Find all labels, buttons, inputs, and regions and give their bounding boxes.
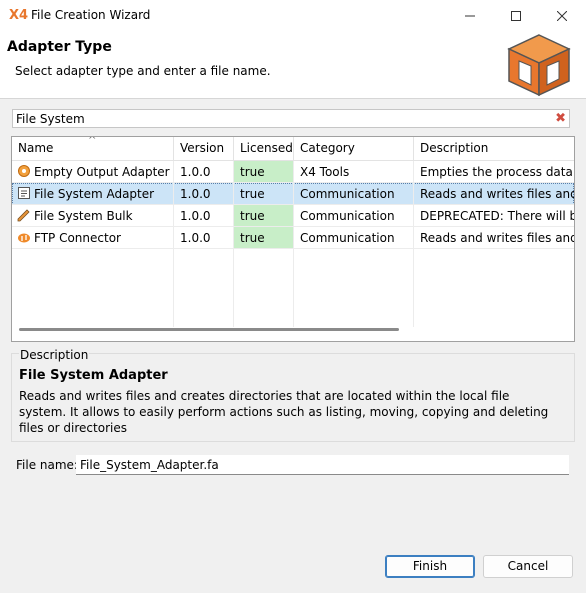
cell-name: FTP Connector bbox=[12, 227, 174, 249]
table-row[interactable]: FTP Connector 1.0.0 true Communication R… bbox=[12, 227, 574, 249]
filename-label: File name: bbox=[16, 458, 78, 472]
file-icon bbox=[18, 187, 30, 199]
cell-version: 1.0.0 bbox=[174, 161, 234, 183]
filename-input[interactable] bbox=[76, 455, 569, 475]
minimize-icon bbox=[465, 15, 475, 16]
minimize-button[interactable] bbox=[447, 0, 493, 31]
cell-category: X4 Tools bbox=[294, 161, 414, 183]
search-input[interactable] bbox=[16, 111, 546, 126]
description-text: Reads and writes files and creates direc… bbox=[19, 389, 549, 435]
cell-name: File System Bulk bbox=[12, 205, 174, 227]
close-button[interactable] bbox=[539, 0, 585, 31]
table-row[interactable]: Empty Output Adapter 1.0.0 true X4 Tools… bbox=[12, 161, 574, 183]
column-header-category[interactable]: Category bbox=[294, 137, 414, 161]
column-header-description[interactable]: Description bbox=[414, 137, 574, 161]
cell-licensed: true bbox=[234, 227, 294, 249]
table-row[interactable]: File System Bulk 1.0.0 true Communicatio… bbox=[12, 205, 574, 227]
page-heading: Adapter Type bbox=[7, 39, 112, 55]
close-icon bbox=[557, 10, 567, 21]
adapter-table[interactable]: Name ^ Version Licensed Category Descrip… bbox=[11, 136, 575, 342]
app-logo-icon: X4 bbox=[9, 8, 29, 23]
clear-search-icon[interactable]: ✖ bbox=[555, 111, 566, 126]
cell-licensed: true bbox=[234, 183, 294, 205]
finish-button[interactable]: Finish bbox=[385, 555, 475, 578]
maximize-icon bbox=[511, 10, 521, 21]
description-title: File System Adapter bbox=[19, 368, 168, 383]
cancel-button[interactable]: Cancel bbox=[483, 555, 573, 578]
column-header-licensed[interactable]: Licensed bbox=[234, 137, 294, 161]
cell-licensed: true bbox=[234, 205, 294, 227]
wizard-box-logo-icon bbox=[507, 34, 571, 97]
cell-category: Communication bbox=[294, 227, 414, 249]
cell-description: Empties the process data stre bbox=[414, 161, 574, 183]
cell-description: DEPRECATED: There will be a bbox=[414, 205, 574, 227]
cell-licensed: true bbox=[234, 161, 294, 183]
cell-category: Communication bbox=[294, 183, 414, 205]
horizontal-scrollbar[interactable] bbox=[19, 328, 399, 331]
search-field[interactable]: ✖ bbox=[12, 109, 570, 128]
cell-category: Communication bbox=[294, 205, 414, 227]
cell-name: File System Adapter bbox=[12, 183, 174, 205]
window-title: File Creation Wizard bbox=[31, 8, 151, 22]
gear-icon bbox=[18, 165, 30, 177]
sort-ascending-icon: ^ bbox=[88, 137, 97, 146]
cell-name: Empty Output Adapter bbox=[12, 161, 174, 183]
ftp-cloud-icon bbox=[18, 233, 30, 243]
cell-description: Reads and writes files and cre bbox=[414, 227, 574, 249]
column-header-name[interactable]: Name ^ bbox=[12, 137, 174, 161]
cell-version: 1.0.0 bbox=[174, 227, 234, 249]
table-row-selected[interactable]: File System Adapter 1.0.0 true Communica… bbox=[12, 183, 574, 205]
column-header-version[interactable]: Version bbox=[174, 137, 234, 161]
pencil-icon bbox=[17, 209, 30, 222]
description-legend: Description bbox=[19, 348, 90, 362]
page-subtitle: Select adapter type and enter a file nam… bbox=[15, 64, 271, 78]
maximize-button[interactable] bbox=[493, 0, 539, 31]
cell-version: 1.0.0 bbox=[174, 205, 234, 227]
cell-description: Reads and writes files and cre bbox=[414, 183, 574, 205]
cell-version: 1.0.0 bbox=[174, 183, 234, 205]
